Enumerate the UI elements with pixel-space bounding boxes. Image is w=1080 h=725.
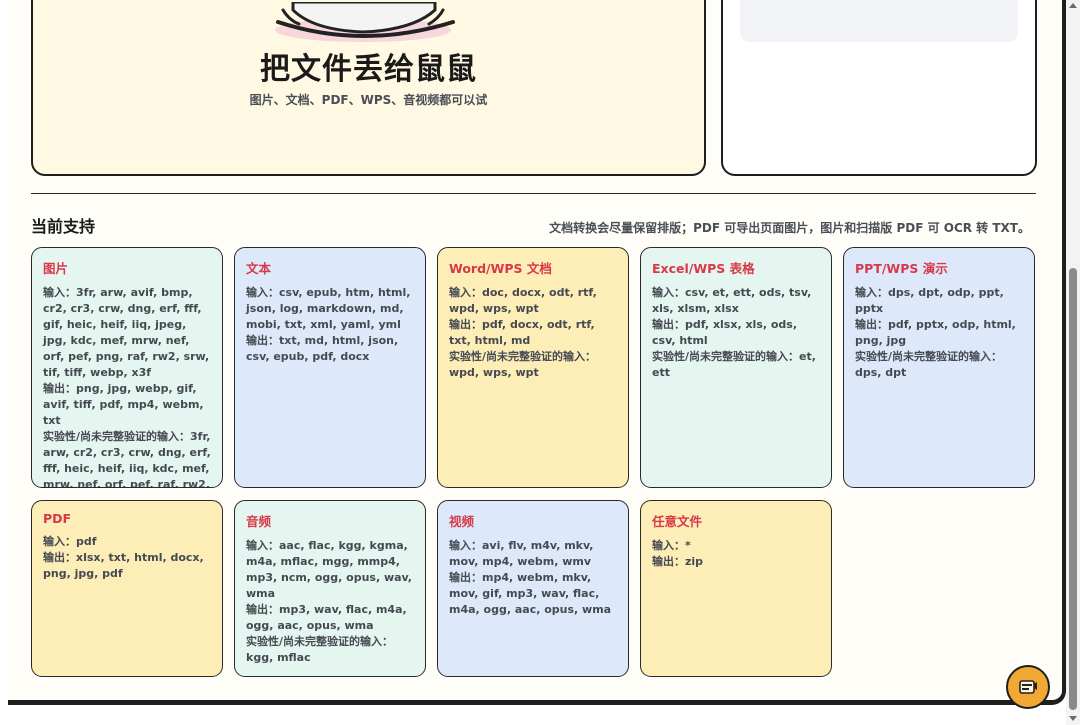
card-output: 输出：zip	[652, 555, 704, 568]
card-input: 输入：pdf	[43, 535, 97, 548]
card-output: 输出：pdf, pptx, odp, html, png, jpg	[855, 318, 1016, 347]
dropzone-subtitle: 图片、文档、PDF、WPS、音视频都可以试	[249, 93, 488, 107]
file-dropzone[interactable]: 把文件丢给鼠鼠 图片、文档、PDF、WPS、音视频都可以试	[31, 0, 706, 176]
card-experimental: 实验性/尚未完整验证的输入：3fr, arw, cr2, cr3, crw, d…	[43, 430, 211, 488]
card-input: 输入：*	[652, 539, 691, 552]
support-title: 当前支持	[31, 217, 96, 236]
card-input: 输入：aac, flac, kgg, kgma, m4a, mflac, mgg…	[246, 539, 412, 600]
card-category: Excel/WPS 表格	[652, 261, 755, 276]
format-card-any: 任意文件 输入：* 输出：zip	[640, 500, 832, 677]
format-card-audio: 音频 输入：aac, flac, kgg, kgma, m4a, mflac, …	[234, 500, 426, 677]
format-card-ppt: PPT/WPS 演示 输入：dps, dpt, odp, ppt, pptx 输…	[843, 247, 1035, 488]
card-experimental: 实验性/尚未完整验证的输入：et, ett	[652, 350, 816, 379]
format-card-excel: Excel/WPS 表格 输入：csv, et, ett, ods, tsv, …	[640, 247, 832, 488]
chat-helper-icon	[1019, 680, 1037, 694]
card-input: 输入：csv, et, ett, ods, tsv, xls, xlsm, xl…	[652, 286, 812, 315]
card-category: 任意文件	[652, 514, 703, 529]
side-panel-content	[740, 0, 1018, 42]
format-card-word: Word/WPS 文档 输入：doc, docx, odt, rtf, wpd,…	[437, 247, 629, 488]
card-category: 文本	[246, 261, 272, 276]
format-card-pdf: PDF 输入：pdf 输出：xlsx, txt, html, docx, png…	[31, 500, 223, 677]
card-output: 输出：txt, md, html, json, csv, epub, pdf, …	[246, 334, 399, 363]
card-category: 图片	[43, 261, 69, 276]
card-output: 输出：mp4, webm, mkv, mov, gif, mp3, wav, f…	[449, 571, 612, 616]
card-output: 输出：xlsx, txt, html, docx, png, jpg, pdf	[43, 551, 204, 580]
support-note: 文档转换会尽量保留排版；PDF 可导出页面图片，图片和扫描版 PDF 可 OCR…	[549, 221, 1030, 235]
card-output: 输出：pdf, docx, odt, rtf, txt, html, md	[449, 318, 595, 347]
helper-float-button[interactable]	[1006, 665, 1050, 709]
card-input: 输入：avi, flv, m4v, mkv, mov, mp4, webm, w…	[449, 539, 594, 568]
section-divider	[31, 193, 1036, 194]
format-card-text: 文本 输入：csv, epub, htm, html, json, log, m…	[234, 247, 426, 488]
card-category: PPT/WPS 演示	[855, 261, 948, 276]
scroll-down-icon[interactable]	[1069, 716, 1077, 721]
card-category: 视频	[449, 514, 475, 529]
scrollbar-thumb[interactable]	[1069, 268, 1077, 710]
side-panel	[721, 0, 1037, 176]
card-input: 输入：3fr, arw, avif, bmp, cr2, cr3, crw, d…	[43, 286, 210, 379]
scroll-up-icon[interactable]	[1069, 3, 1077, 8]
card-category: Word/WPS 文档	[449, 261, 552, 276]
card-output: 输出：mp3, wav, flac, m4a, ogg, aac, opus, …	[246, 603, 407, 632]
card-experimental: 实验性/尚未完整验证的输入：kgg, mflac	[246, 635, 394, 664]
card-output: 输出：pdf, xlsx, xls, ods, csv, html	[652, 318, 798, 347]
card-input: 输入：doc, docx, odt, rtf, wpd, wps, wpt	[449, 286, 597, 315]
card-experimental: 实验性/尚未完整验证的输入：dps, dpt	[855, 350, 1003, 379]
format-card-image: 图片 输入：3fr, arw, avif, bmp, cr2, cr3, crw…	[31, 247, 223, 488]
card-experimental: 实验性/尚未完整验证的输入：wpd, wps, wpt	[449, 350, 597, 379]
format-card-video: 视频 输入：avi, flv, m4v, mkv, mov, mp4, webm…	[437, 500, 629, 677]
dropzone-title: 把文件丢给鼠鼠	[260, 52, 477, 87]
card-output: 输出：png, jpg, webp, gif, avif, tiff, pdf,…	[43, 382, 204, 427]
card-input: 输入：csv, epub, htm, html, json, log, mark…	[246, 286, 411, 331]
card-category: PDF	[43, 511, 72, 526]
card-input: 输入：dps, dpt, odp, ppt, pptx	[855, 286, 1004, 315]
card-category: 音频	[246, 514, 272, 529]
